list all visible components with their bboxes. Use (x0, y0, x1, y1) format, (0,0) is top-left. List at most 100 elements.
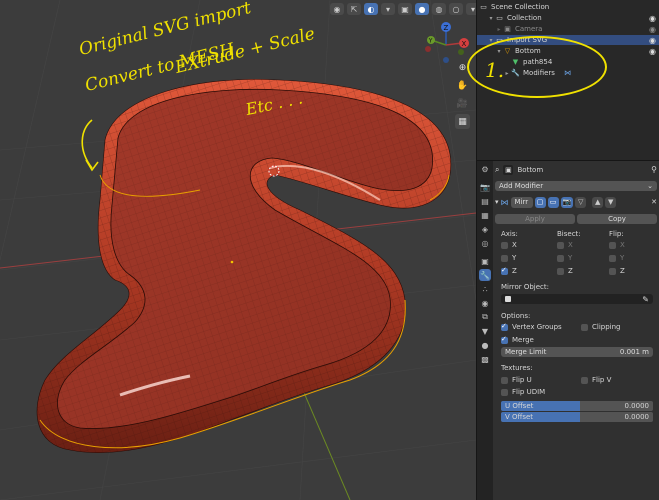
merge-limit-field[interactable]: Merge Limit 0.001 m (501, 347, 653, 357)
outliner-row-scene-collection[interactable]: ▭ Scene Collection (477, 2, 659, 12)
axis-x-label: X (512, 241, 517, 249)
object-icon: ▣ (503, 164, 514, 175)
checkbox[interactable] (581, 323, 588, 331)
add-modifier-dropdown[interactable]: Add Modifier ⌄ (495, 181, 657, 191)
solid-shading-icon[interactable]: ● (415, 3, 429, 15)
flip-x-toggle[interactable]: X (609, 241, 625, 249)
axis-x-toggle[interactable]: X (501, 241, 517, 249)
merge-toggle[interactable]: Merge (501, 335, 534, 344)
bisect-z-toggle[interactable]: Z (557, 267, 573, 275)
move-down-icon[interactable]: ▼ (605, 196, 617, 208)
merge-label: Merge (512, 336, 534, 344)
bisect-header: Bisect: (557, 230, 581, 238)
checkbox[interactable] (609, 267, 616, 275)
grid-toggle-icon[interactable]: ▦ (455, 114, 470, 129)
bisect-y-label: Y (568, 254, 573, 262)
cage-icon[interactable]: ▽ (575, 196, 587, 208)
flip-header: Flip: (609, 230, 624, 238)
outliner-row-collection[interactable]: ▾ ▭ Collection ◉ (477, 13, 659, 23)
xray-icon[interactable]: ▣ (398, 3, 412, 15)
modifier-name-field[interactable]: Mirr (510, 196, 533, 208)
eye-icon[interactable]: ◉ (649, 36, 656, 45)
checkbox-checked[interactable] (501, 335, 508, 344)
checkbox[interactable] (501, 254, 508, 262)
world-tab-icon[interactable]: ◎ (479, 237, 491, 249)
physics-tab-icon[interactable]: ◉ (479, 297, 491, 309)
u-offset-field[interactable]: U Offset 0.0000 (501, 401, 653, 411)
camera-view-icon[interactable]: 🎥 (455, 96, 470, 111)
vertex-groups-toggle[interactable]: Vertex Groups (501, 322, 562, 331)
visibility-eye-icon[interactable]: ◉ (330, 3, 344, 15)
navigation-gizmo[interactable]: Z X Y (425, 22, 469, 63)
render-tab-icon[interactable]: 📷 (479, 181, 491, 193)
v-offset-field[interactable]: V Offset 0.0000 (501, 412, 653, 422)
data-tab-icon[interactable]: ▼ (479, 325, 491, 337)
flip-z-toggle[interactable]: Z (609, 267, 625, 275)
gizmo-x-label: X (462, 40, 467, 48)
search-icon[interactable]: ⌕ (495, 165, 499, 175)
eye-icon[interactable]: ◉ (649, 14, 656, 23)
edit-mode-icon[interactable]: ▢ (534, 196, 546, 208)
realtime-icon[interactable]: ▭ (547, 196, 559, 208)
output-tab-icon[interactable]: ▤ (479, 195, 491, 207)
eye-icon[interactable]: ◉ (649, 25, 656, 34)
flip-y-label: Y (620, 254, 625, 262)
checkbox[interactable] (501, 241, 508, 249)
constraints-tab-icon[interactable]: ⧉ (479, 311, 491, 323)
object-tab-icon[interactable]: ▣ (479, 255, 491, 267)
outliner-row-camera[interactable]: ▸ ▣ Camera ◉ (477, 24, 659, 34)
checkbox[interactable] (557, 254, 564, 262)
u-offset-label: U Offset (505, 402, 534, 410)
move-up-icon[interactable]: ▲ (592, 196, 604, 208)
collapse-arrow-icon[interactable]: ▾ (495, 198, 499, 206)
bisect-y-toggle[interactable]: Y (557, 254, 572, 262)
viewport-gizmo-icon[interactable]: ⇱ (347, 3, 361, 15)
modifier-tab-icon[interactable]: 🔧 (479, 269, 491, 281)
eye-icon[interactable]: ◉ (649, 47, 656, 56)
close-icon[interactable]: ✕ (651, 198, 657, 206)
collection-icon: ▭ (496, 14, 503, 22)
mirror-object-label: Mirror Object: (501, 283, 550, 291)
rendered-shading-icon[interactable]: ○ (449, 3, 463, 15)
overlay-dropdown-icon[interactable]: ▾ (381, 3, 395, 15)
apply-button[interactable]: Apply (495, 214, 575, 224)
checkbox[interactable] (501, 376, 508, 384)
tool-tab-icon[interactable]: ⚙ (479, 163, 491, 175)
particles-tab-icon[interactable]: ∴ (479, 283, 491, 295)
axis-z-toggle[interactable]: Z (501, 266, 517, 275)
checkbox[interactable] (557, 267, 564, 275)
render-icon[interactable]: 📷 (560, 196, 574, 208)
3d-viewport[interactable]: Z X Y ◉ ⇱ ◐ ▾ ▣ ● ◍ ○ ▾ ⊕ ✋ 🎥 ▦ Original… (0, 0, 476, 500)
checkbox-checked[interactable] (501, 322, 508, 331)
flip-u-toggle[interactable]: Flip U (501, 376, 532, 384)
expand-arrow-icon[interactable]: ▾ (487, 15, 495, 22)
pin-icon[interactable]: ⚲ (651, 165, 657, 174)
expand-arrow-icon[interactable]: ▸ (495, 26, 503, 33)
flip-y-toggle[interactable]: Y (609, 254, 624, 262)
axis-y-toggle[interactable]: Y (501, 254, 516, 262)
material-shading-icon[interactable]: ◍ (432, 3, 446, 15)
scene-tab-icon[interactable]: ◈ (479, 223, 491, 235)
checkbox[interactable] (609, 254, 616, 262)
clipping-toggle[interactable]: Clipping (581, 323, 621, 331)
outliner-label: Collection (507, 14, 542, 22)
gizmo-z-label: Z (444, 24, 449, 32)
flip-udim-toggle[interactable]: Flip UDIM (501, 388, 545, 396)
texture-tab-icon[interactable]: ▩ (479, 353, 491, 365)
checkbox[interactable] (609, 241, 616, 249)
copy-button[interactable]: Copy (577, 214, 657, 224)
material-tab-icon[interactable]: ● (479, 339, 491, 351)
overlay-icon[interactable]: ◐ (364, 3, 378, 15)
object-name: Bottom (517, 165, 544, 174)
eyedropper-icon[interactable]: ✎ (642, 295, 649, 304)
checkbox[interactable] (557, 241, 564, 249)
mirror-object-field[interactable]: ✎ (501, 294, 653, 304)
checkbox[interactable] (501, 388, 508, 396)
checkbox-checked[interactable] (501, 266, 508, 275)
pan-hand-icon[interactable]: ✋ (455, 78, 470, 93)
bisect-x-toggle[interactable]: X (557, 241, 573, 249)
flip-v-toggle[interactable]: Flip V (581, 376, 611, 384)
checkbox[interactable] (581, 376, 588, 384)
shading-dropdown-icon[interactable]: ▾ (466, 3, 476, 15)
view-layer-tab-icon[interactable]: ▦ (479, 209, 491, 221)
